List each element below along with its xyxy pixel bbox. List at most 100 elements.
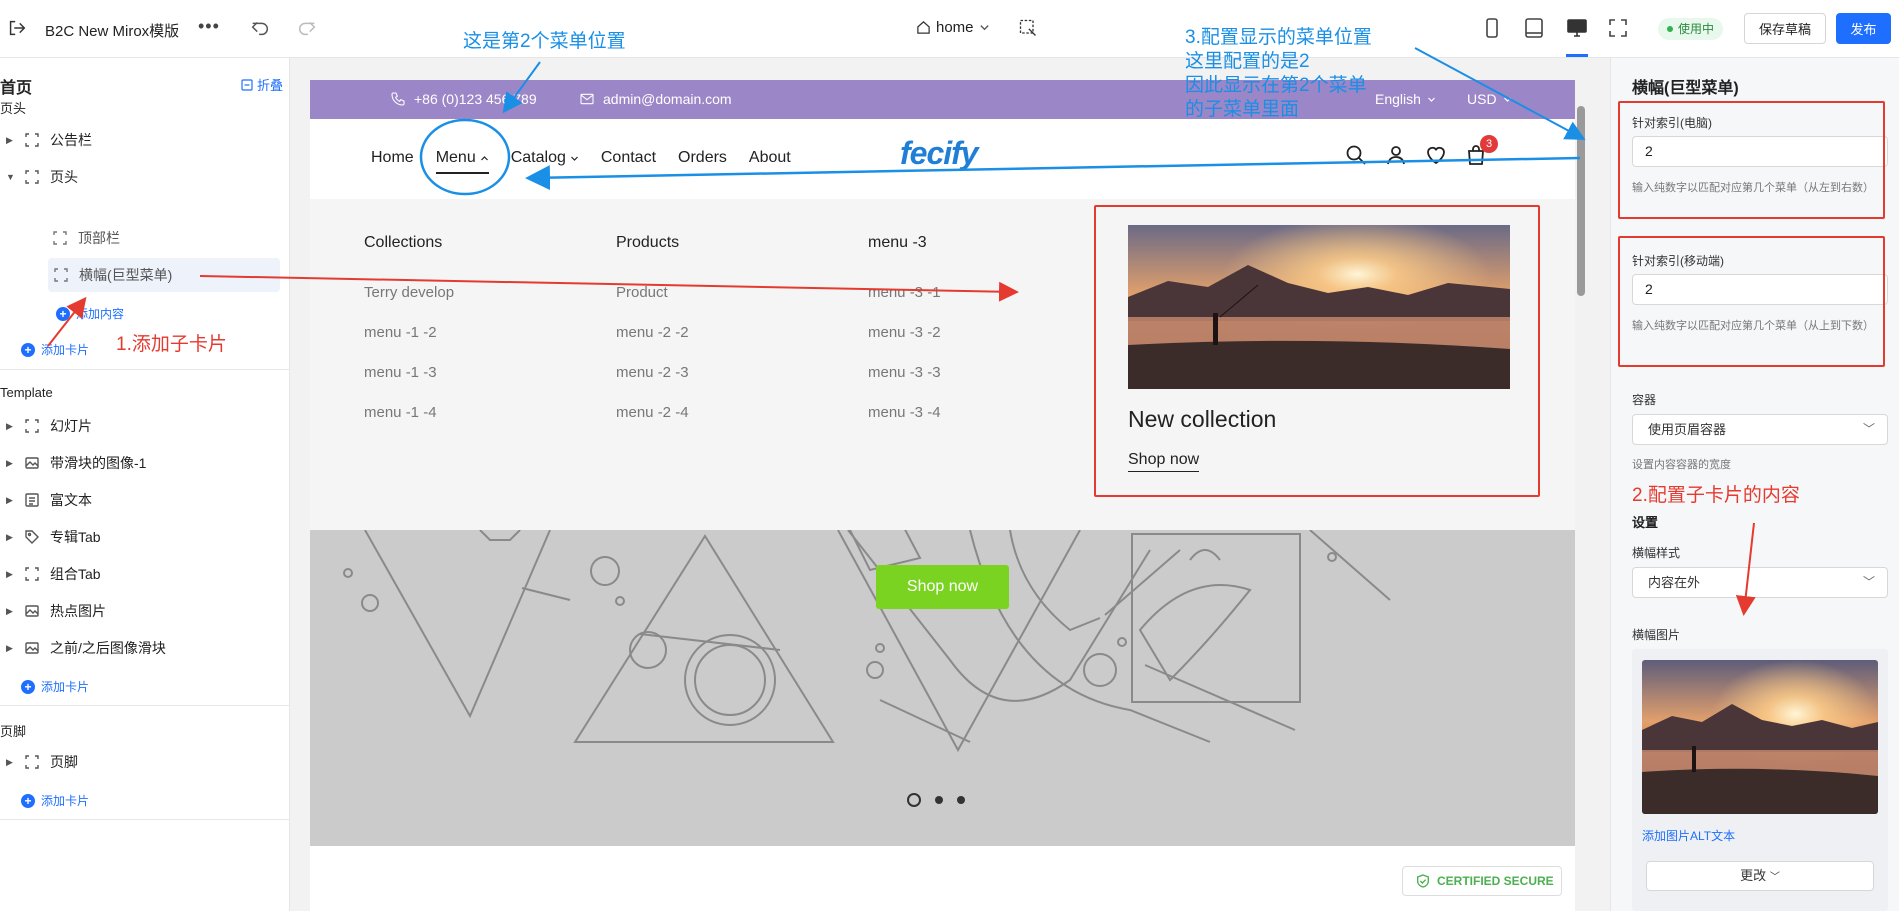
page-selector[interactable]: home	[916, 19, 990, 36]
tree-item-rich-text[interactable]: ▶ 富文本	[0, 485, 280, 515]
tree-item-image-slider[interactable]: ▶ 带滑块的图像-1	[0, 448, 280, 478]
mega-column-title[interactable]: menu -3	[868, 234, 941, 252]
mega-link[interactable]: menu -3 -1	[868, 284, 941, 304]
undo-icon[interactable]	[249, 17, 271, 39]
tree-item-footer[interactable]: ▶ 页脚	[0, 747, 280, 777]
tree-item-slideshow[interactable]: ▶ 幻灯片	[0, 411, 280, 441]
tree-item-label: 页脚	[50, 754, 78, 770]
tree-item-label: 幻灯片	[50, 418, 92, 434]
mega-link[interactable]: menu -2 -3	[616, 364, 689, 384]
add-card-button-template[interactable]: + 添加卡片	[21, 678, 89, 695]
mega-column-title[interactable]: Products	[616, 234, 689, 252]
tree-item-announcement[interactable]: ▶ 公告栏	[0, 125, 280, 155]
nav-label: About	[748, 149, 791, 166]
mega-link[interactable]: Terry develop	[364, 284, 454, 304]
expand-arrow-icon[interactable]: ▶	[6, 421, 16, 432]
save-draft-button[interactable]: 保存草稿	[1744, 13, 1826, 44]
nav-menu[interactable]: Menu	[435, 145, 489, 174]
plus-icon: +	[21, 679, 35, 694]
tree-item-before-after[interactable]: ▶ 之前/之后图像滑块	[0, 633, 280, 663]
nav-home[interactable]: Home	[371, 145, 414, 171]
nav-orders[interactable]: Orders	[678, 145, 727, 171]
nav-label: Home	[371, 149, 414, 166]
hero-slideshow[interactable]: Shop now	[310, 530, 1575, 846]
mega-link[interactable]: menu -1 -3	[364, 364, 454, 384]
mega-link[interactable]: menu -3 -3	[868, 364, 941, 384]
tablet-view-icon[interactable]	[1522, 16, 1546, 40]
hero-shop-now-button[interactable]: Shop now	[876, 565, 1009, 609]
tree-item-topbar[interactable]: 顶部栏	[52, 223, 280, 253]
change-label: 更改	[1740, 868, 1767, 883]
slide-dot-active[interactable]	[907, 793, 921, 807]
expand-arrow-icon[interactable]: ▶	[6, 135, 16, 146]
cart-button[interactable]: 3	[1464, 135, 1498, 167]
desktop-view-icon[interactable]	[1565, 16, 1589, 40]
main-nav: Home Menu Catalog Contact Orders About	[371, 145, 813, 174]
user-icon[interactable]	[1384, 143, 1408, 167]
expand-arrow-icon[interactable]: ▶	[6, 458, 16, 469]
select-element-icon[interactable]	[1018, 18, 1038, 38]
nav-catalog[interactable]: Catalog	[511, 145, 579, 171]
add-card-button-footer[interactable]: + 添加卡片	[21, 792, 89, 809]
add-card-button-header[interactable]: + 添加卡片	[21, 341, 89, 358]
tree-item-header[interactable]: ▼ 页头	[0, 162, 280, 192]
divider	[0, 819, 290, 820]
search-icon[interactable]	[1344, 143, 1368, 167]
expand-arrow-icon[interactable]: ▶	[6, 606, 16, 617]
nav-about[interactable]: About	[749, 145, 791, 171]
footer-section-label: 页脚	[0, 724, 27, 739]
home-icon	[917, 21, 930, 34]
expand-arrow-icon[interactable]: ▶	[6, 757, 16, 768]
mega-column-title[interactable]: Collections	[364, 234, 454, 252]
expand-arrow-icon[interactable]: ▶	[6, 569, 16, 580]
banner-style-select[interactable]: 内容在外 ﹀	[1632, 567, 1888, 598]
page-selector-label: home	[936, 19, 974, 36]
tree-item-label: 公告栏	[50, 132, 92, 148]
add-content-button[interactable]: + 添加内容	[56, 305, 124, 322]
banner-image-preview[interactable]	[1642, 660, 1878, 814]
tree-item-label: 带滑块的图像-1	[50, 455, 147, 471]
mega-link[interactable]: menu -2 -4	[616, 404, 689, 424]
heart-icon[interactable]	[1424, 143, 1448, 167]
mobile-view-icon[interactable]	[1480, 16, 1504, 40]
fullscreen-icon[interactable]	[1606, 16, 1630, 40]
mega-link[interactable]: menu -3 -2	[868, 324, 941, 344]
nav-contact[interactable]: Contact	[601, 145, 656, 171]
certified-label: CERTIFIED SECURE	[1437, 874, 1554, 888]
tree-item-combo-tab[interactable]: ▶ 组合Tab	[0, 559, 280, 589]
expand-arrow-icon[interactable]: ▶	[6, 532, 16, 543]
redo-icon[interactable]	[296, 17, 318, 39]
tree-item-album-tab[interactable]: ▶ 专辑Tab	[0, 522, 280, 552]
tree-item-hotspot-image[interactable]: ▶ 热点图片	[0, 596, 280, 626]
tag-icon	[25, 530, 39, 544]
mega-link[interactable]: menu -1 -2	[364, 324, 454, 344]
container-value: 使用页眉容器	[1648, 422, 1727, 437]
more-menu-icon[interactable]: •••	[198, 16, 220, 37]
tree-item-label: 顶部栏	[78, 230, 120, 246]
tree-item-mega-menu-banner[interactable]: 横幅(巨型菜单)	[48, 258, 280, 292]
divider	[0, 369, 290, 370]
slide-dot[interactable]	[935, 796, 943, 804]
exit-icon[interactable]	[6, 17, 28, 39]
preview-scroll-thumb[interactable]	[1577, 106, 1585, 296]
store-logo[interactable]: fecify	[900, 135, 979, 172]
mega-link[interactable]: menu -3 -4	[868, 404, 941, 424]
publish-button[interactable]: 发布	[1836, 13, 1891, 44]
container-select[interactable]: 使用页眉容器 ﹀	[1632, 414, 1888, 445]
collapse-arrow-icon[interactable]: ▼	[6, 172, 16, 182]
change-image-button[interactable]: 更改 ﹀	[1646, 861, 1874, 891]
mega-link[interactable]: menu -1 -4	[364, 404, 454, 424]
collapse-button[interactable]: 折叠	[241, 75, 283, 94]
sunset-beach-image	[1642, 660, 1878, 814]
mega-link[interactable]: menu -2 -2	[616, 324, 689, 344]
mega-column-3: menu -3 menu -3 -1 menu -3 -2 menu -3 -3…	[868, 234, 941, 444]
annotation-box-pc-index	[1618, 101, 1885, 219]
mega-link[interactable]: Product	[616, 284, 689, 304]
slideshow-pagination	[907, 793, 965, 807]
add-alt-text-link[interactable]: 添加图片ALT文本	[1642, 827, 1735, 844]
expand-arrow-icon[interactable]: ▶	[6, 495, 16, 506]
expand-arrow-icon[interactable]: ▶	[6, 643, 16, 654]
currency-selector[interactable]: USD	[1467, 91, 1512, 107]
slide-dot[interactable]	[957, 796, 965, 804]
section-frame-icon	[25, 170, 39, 184]
